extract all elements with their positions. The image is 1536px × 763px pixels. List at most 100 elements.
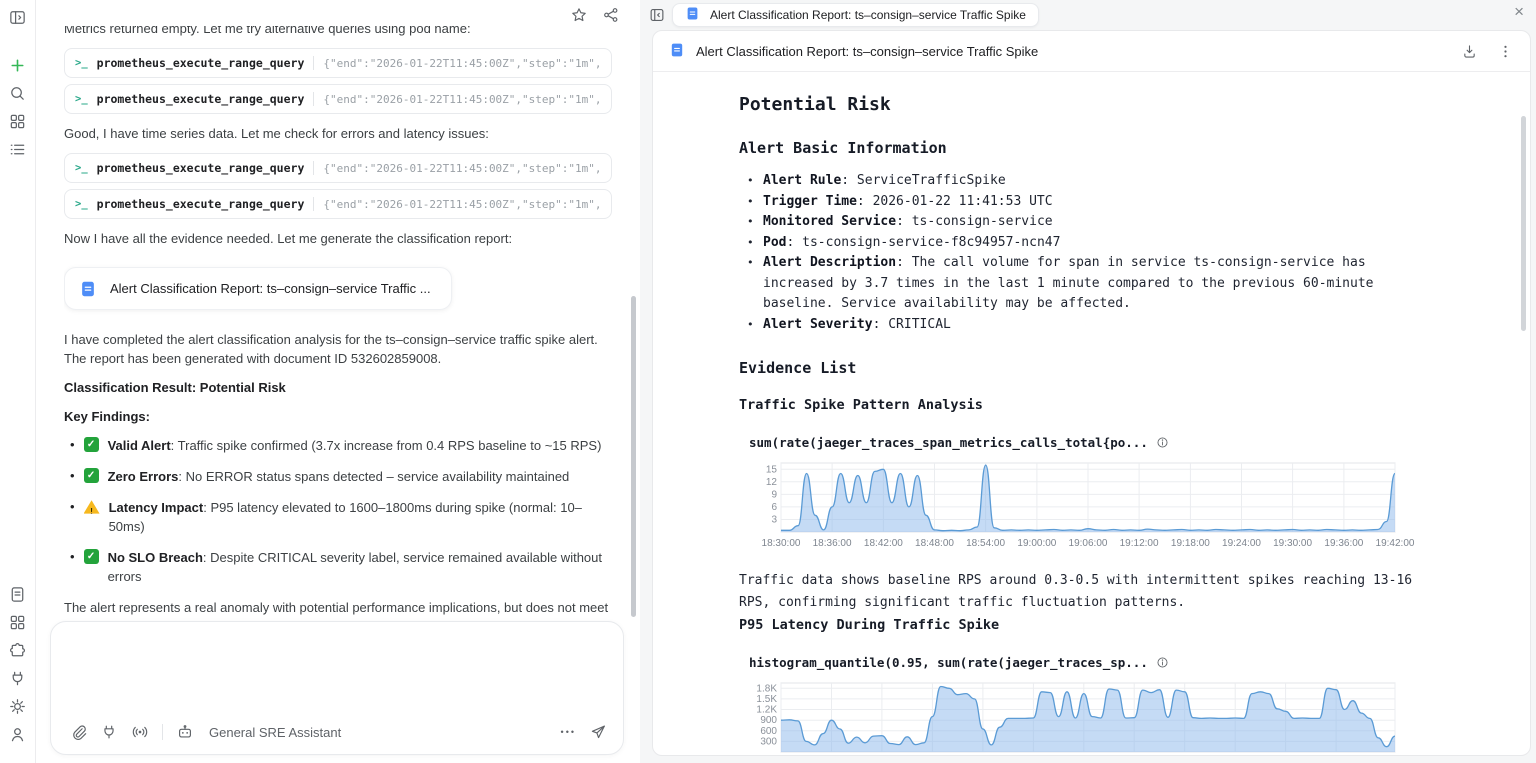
download-icon[interactable] bbox=[1461, 43, 1478, 60]
more-options-icon[interactable]: ••• bbox=[561, 727, 576, 737]
bullet: • bbox=[70, 549, 75, 564]
terminal-prompt-icon: >_ bbox=[75, 92, 88, 105]
close-icon[interactable]: × bbox=[1514, 2, 1524, 22]
terminal-prompt-icon: >_ bbox=[75, 161, 88, 174]
report-tab[interactable]: Alert Classification Report: ts–consign–… bbox=[672, 3, 1039, 27]
workspace-grid-icon[interactable] bbox=[8, 613, 27, 632]
subsection-traffic-analysis: Traffic Spike Pattern Analysis bbox=[739, 397, 983, 413]
svg-text:18:30:00: 18:30:00 bbox=[762, 538, 801, 549]
tool-call-row[interactable]: >_ prometheus_execute_range_query {"end"… bbox=[64, 48, 612, 78]
settings-gear-icon[interactable] bbox=[8, 697, 27, 716]
tool-call-row[interactable]: >_ prometheus_execute_range_query {"end"… bbox=[64, 153, 612, 183]
finding-label: No SLO Breach bbox=[107, 550, 203, 565]
svg-text:19:00:00: 19:00:00 bbox=[1017, 538, 1056, 549]
plug-icon[interactable] bbox=[100, 723, 118, 741]
bullet: • bbox=[70, 468, 75, 483]
chat-panel: Metrics returned empty. Let me try alter… bbox=[36, 0, 640, 763]
report-document[interactable]: Potential Risk Alert Basic Information A… bbox=[653, 72, 1530, 755]
collapse-panel-icon[interactable] bbox=[648, 6, 666, 24]
report-region: Alert Classification Report: ts–consign–… bbox=[640, 0, 1536, 763]
info-icon[interactable] bbox=[1156, 656, 1169, 669]
svg-text:12: 12 bbox=[766, 477, 778, 488]
svg-text:19:06:00: 19:06:00 bbox=[1069, 538, 1108, 549]
broadcast-icon[interactable] bbox=[131, 723, 149, 741]
section-heading-evidence: Evidence List bbox=[739, 359, 857, 377]
divider bbox=[313, 56, 315, 70]
svg-text:18:36:00: 18:36:00 bbox=[813, 538, 852, 549]
promql-query-label: histogram_quantile(0.95, sum(rate(jaeger… bbox=[739, 655, 1442, 670]
svg-text:19:42:00: 19:42:00 bbox=[1376, 538, 1415, 549]
user-profile-icon[interactable] bbox=[8, 725, 27, 744]
finding-item: • No SLO Breach: Despite CRITICAL severi… bbox=[70, 548, 612, 586]
traffic-rps-chart[interactable]: 15 12 9 6 3 18:30:00 18:36:00 18:42:00 18:48:00 1… bbox=[739, 458, 1442, 554]
report-title: Alert Classification Report: ts–consign–… bbox=[696, 43, 1039, 59]
finding-item: • Latency Impact: P95 latency elevated t… bbox=[70, 498, 612, 536]
composer-toolbar: General SRE Assistant ••• bbox=[69, 721, 607, 743]
tool-name: prometheus_execute_range_query bbox=[96, 160, 305, 175]
finding-item: • Zero Errors: No ERROR status spans det… bbox=[70, 467, 612, 486]
finding-label: Zero Errors bbox=[107, 469, 179, 484]
finding-label: Latency Impact bbox=[108, 500, 204, 515]
document-icon bbox=[79, 280, 97, 298]
terminal-prompt-icon: >_ bbox=[75, 56, 88, 69]
panel-topbar: Alert Classification Report: ts–consign–… bbox=[640, 0, 1536, 30]
tool-call-row[interactable]: >_ prometheus_execute_range_query {"end"… bbox=[64, 189, 612, 219]
svg-text:19:30:00: 19:30:00 bbox=[1273, 538, 1312, 549]
report-document-card[interactable]: Alert Classification Report: ts–consign–… bbox=[64, 267, 452, 310]
app-window: Metrics returned empty. Let me try alter… bbox=[0, 0, 1536, 763]
svg-text:600: 600 bbox=[760, 726, 777, 737]
list-item: Pod: ts-consign-service-f8c94957-ncn47 bbox=[747, 233, 1442, 254]
svg-text:300: 300 bbox=[760, 736, 777, 747]
documents-icon[interactable] bbox=[8, 585, 27, 604]
attach-paperclip-icon[interactable] bbox=[69, 723, 87, 741]
tool-args: {"end":"2026-01-22T11:45:00Z","step":"1m… bbox=[323, 197, 601, 211]
tool-name: prometheus_execute_range_query bbox=[96, 55, 305, 70]
search-icon[interactable] bbox=[8, 84, 27, 103]
assistant-message: Now I have all the evidence needed. Let … bbox=[64, 231, 513, 246]
share-icon[interactable] bbox=[602, 6, 620, 24]
report-scrollbar[interactable] bbox=[1521, 116, 1526, 331]
svg-text:15: 15 bbox=[766, 464, 778, 475]
finding-text: : Traffic spike confirmed (3.7x increase… bbox=[170, 438, 602, 453]
info-icon[interactable] bbox=[1156, 436, 1169, 449]
plug-icon[interactable] bbox=[8, 669, 27, 688]
message-composer[interactable]: General SRE Assistant ••• bbox=[50, 621, 624, 755]
tool-name: prometheus_execute_range_query bbox=[96, 196, 305, 211]
assistant-summary: The alert represents a real anomaly with… bbox=[64, 600, 609, 615]
favorite-star-icon[interactable] bbox=[570, 6, 588, 24]
chat-transcript[interactable]: Metrics returned empty. Let me try alter… bbox=[64, 26, 612, 617]
svg-text:18:42:00: 18:42:00 bbox=[864, 538, 903, 549]
svg-text:19:18:00: 19:18:00 bbox=[1171, 538, 1210, 549]
check-icon bbox=[83, 468, 99, 483]
svg-text:1.8K: 1.8K bbox=[756, 683, 777, 694]
promql-query-label: sum(rate(jaeger_traces_span_metrics_call… bbox=[739, 435, 1442, 450]
send-icon[interactable] bbox=[589, 723, 607, 741]
puzzle-icon[interactable] bbox=[8, 641, 27, 660]
svg-text:19:24:00: 19:24:00 bbox=[1222, 538, 1261, 549]
new-chat-icon[interactable] bbox=[8, 56, 27, 75]
tool-args: {"end":"2026-01-22T11:45:00Z","step":"1m… bbox=[323, 92, 601, 106]
classification-result: Classification Result: Potential Risk bbox=[64, 380, 286, 395]
svg-text:18:48:00: 18:48:00 bbox=[915, 538, 954, 549]
svg-text:9: 9 bbox=[771, 489, 777, 500]
history-list-icon[interactable] bbox=[8, 140, 27, 159]
document-card-title: Alert Classification Report: ts–consign–… bbox=[110, 281, 431, 296]
document-icon bbox=[669, 42, 687, 60]
list-item: Monitored Service: ts-consign-service bbox=[747, 212, 1442, 233]
apps-grid-icon[interactable] bbox=[8, 112, 27, 131]
report-card-header: Alert Classification Report: ts–consign–… bbox=[653, 31, 1530, 72]
list-item: Alert Description: The call volume for s… bbox=[747, 253, 1442, 315]
assistant-name[interactable]: General SRE Assistant bbox=[209, 725, 341, 740]
document-icon bbox=[685, 6, 703, 24]
kebab-menu-icon[interactable] bbox=[1497, 43, 1514, 60]
tool-args: {"end":"2026-01-22T11:45:00Z","step":"1m… bbox=[323, 56, 601, 70]
key-findings-label: Key Findings: bbox=[64, 409, 150, 424]
tool-call-row[interactable]: >_ prometheus_execute_range_query {"end"… bbox=[64, 84, 612, 114]
p95-latency-chart[interactable]: 1.8K1.5K1.2K90060030018:30:0018:36:0018:… bbox=[739, 678, 1442, 755]
section-heading-basic-info: Alert Basic Information bbox=[739, 139, 947, 157]
finding-label: Valid Alert bbox=[107, 438, 171, 453]
panel-toggle-icon[interactable] bbox=[8, 8, 27, 27]
chat-scrollbar[interactable] bbox=[631, 296, 636, 617]
check-icon bbox=[83, 549, 99, 564]
svg-text:900: 900 bbox=[760, 715, 777, 726]
